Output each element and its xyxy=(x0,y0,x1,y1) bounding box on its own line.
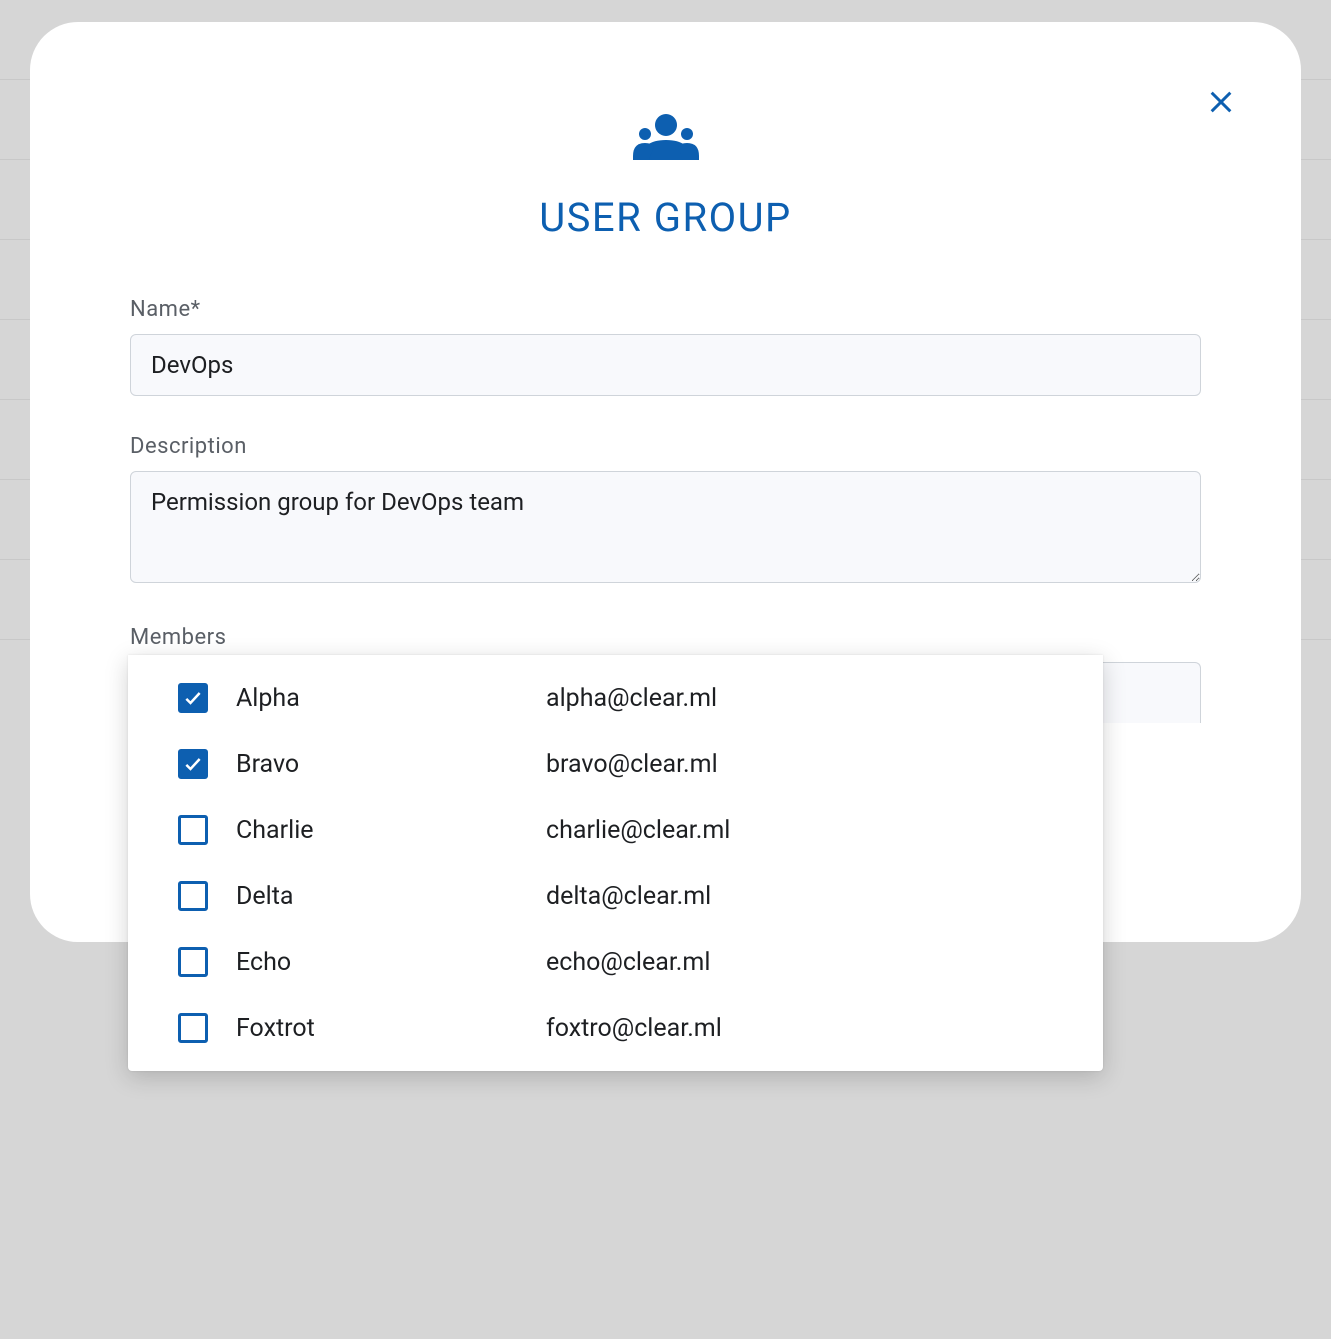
member-row[interactable]: Bravobravo@clear.ml xyxy=(128,731,1103,797)
member-email: echo@clear.ml xyxy=(546,948,710,977)
name-input[interactable] xyxy=(130,334,1201,396)
members-label: Members xyxy=(130,625,1201,650)
close-icon xyxy=(1207,88,1235,116)
close-button[interactable] xyxy=(1201,82,1241,122)
member-name: Alpha xyxy=(236,684,546,713)
user-group-icon xyxy=(130,112,1201,162)
member-email: delta@clear.ml xyxy=(546,882,711,911)
member-name: Echo xyxy=(236,948,546,977)
member-checkbox[interactable] xyxy=(178,749,208,779)
member-checkbox[interactable] xyxy=(178,815,208,845)
member-checkbox[interactable] xyxy=(178,947,208,977)
description-field-group: Description xyxy=(130,434,1201,587)
member-email: charlie@clear.ml xyxy=(546,816,730,845)
member-row[interactable]: Echoecho@clear.ml xyxy=(128,929,1103,995)
member-row[interactable]: Foxtrotfoxtro@clear.ml xyxy=(128,995,1103,1061)
member-email: foxtro@clear.ml xyxy=(546,1014,722,1043)
member-checkbox[interactable] xyxy=(178,683,208,713)
member-name: Bravo xyxy=(236,750,546,779)
member-name: Delta xyxy=(236,882,546,911)
member-row[interactable]: Charliecharlie@clear.ml xyxy=(128,797,1103,863)
name-field-group: Name* xyxy=(130,297,1201,396)
member-email: alpha@clear.ml xyxy=(546,684,717,713)
check-icon xyxy=(183,754,203,774)
member-name: Charlie xyxy=(236,816,546,845)
name-label: Name* xyxy=(130,297,1201,322)
member-name: Foxtrot xyxy=(236,1014,546,1043)
member-row[interactable]: Alphaalpha@clear.ml xyxy=(128,665,1103,731)
member-checkbox[interactable] xyxy=(178,1013,208,1043)
description-input[interactable] xyxy=(130,471,1201,583)
member-checkbox[interactable] xyxy=(178,881,208,911)
member-email: bravo@clear.ml xyxy=(546,750,718,779)
modal-title: USER GROUP xyxy=(130,194,1201,241)
check-icon xyxy=(183,688,203,708)
description-label: Description xyxy=(130,434,1201,459)
member-row[interactable]: Deltadelta@clear.ml xyxy=(128,863,1103,929)
members-dropdown[interactable]: Alphaalpha@clear.mlBravobravo@clear.mlCh… xyxy=(128,655,1103,1071)
